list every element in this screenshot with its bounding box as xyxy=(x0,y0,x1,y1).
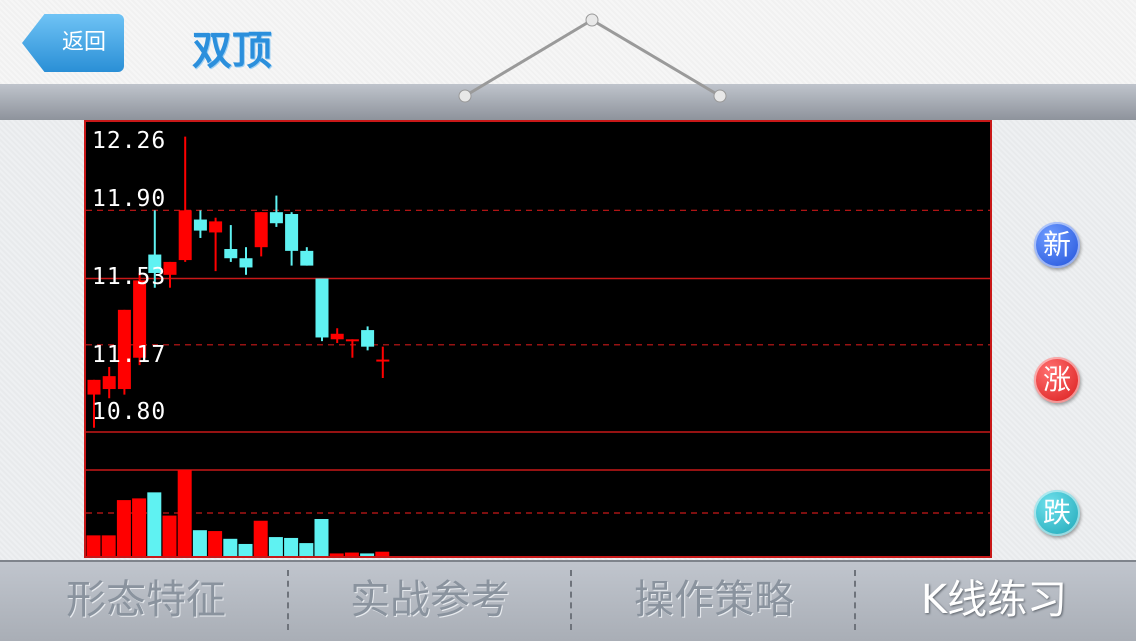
kline-chart-canvas xyxy=(86,136,990,556)
header-band xyxy=(0,84,1136,120)
tab-kline-practice[interactable]: K线练习 xyxy=(852,562,1136,639)
candle-body xyxy=(300,250,314,266)
volume-bar xyxy=(329,553,344,556)
volume-bar xyxy=(314,519,329,556)
fall-button[interactable]: 跌 xyxy=(1034,490,1080,536)
new-button[interactable]: 新 xyxy=(1034,222,1080,268)
volume-bar xyxy=(116,500,131,556)
volume-bar xyxy=(162,515,177,556)
volume-bar xyxy=(268,537,283,556)
candle-body xyxy=(193,219,207,231)
volume-bar xyxy=(360,553,375,556)
header-bar: 返回 双顶 xyxy=(0,0,1136,84)
price-label-bottom: 10.80 xyxy=(92,399,167,425)
rise-button[interactable]: 涨 xyxy=(1034,357,1080,403)
candle-body xyxy=(345,339,359,342)
tab-operation-strategy[interactable]: 操作策略 xyxy=(572,562,856,639)
candle-body xyxy=(361,330,375,347)
volume-bar xyxy=(192,530,207,556)
volume-bar xyxy=(238,543,253,556)
tab-pattern-features[interactable]: 形态特征 xyxy=(4,562,288,639)
back-button[interactable]: 返回 xyxy=(22,14,124,72)
candle-body xyxy=(224,249,238,259)
candle-body xyxy=(239,258,253,268)
price-label-mid: 11.53 xyxy=(92,264,167,290)
candle-body xyxy=(285,214,299,251)
volume-bar xyxy=(253,520,268,556)
volume-bar xyxy=(147,492,162,556)
volume-bar xyxy=(132,498,147,556)
candle-body xyxy=(254,212,268,248)
volume-bar xyxy=(375,551,390,556)
candle-body xyxy=(330,333,344,340)
kline-chart: 12.26 11.90 11.53 11.17 10.80 xyxy=(84,120,992,558)
candle-body xyxy=(376,359,390,362)
volume-bar xyxy=(208,531,223,556)
bottom-tab-bar: 形态特征 实战参考 操作策略 K线练习 xyxy=(0,560,1136,641)
candle-body xyxy=(209,221,223,233)
candle-body xyxy=(102,376,116,390)
volume-bar xyxy=(344,552,359,556)
price-label-4: 11.17 xyxy=(92,342,167,368)
candle-body xyxy=(315,278,329,338)
candle-body xyxy=(87,379,101,395)
volume-bar xyxy=(299,543,314,556)
candle-body xyxy=(178,210,192,261)
price-label-2: 11.90 xyxy=(92,186,167,212)
tab-practical-reference[interactable]: 实战参考 xyxy=(288,562,572,639)
volume-bar xyxy=(223,538,238,556)
volume-bar xyxy=(177,470,192,556)
price-label-top: 12.26 xyxy=(92,128,167,154)
volume-bar xyxy=(101,535,116,556)
page-title: 双顶 xyxy=(192,28,272,74)
volume-bar xyxy=(86,535,101,556)
candle-body xyxy=(269,212,283,224)
volume-bar xyxy=(284,537,299,556)
